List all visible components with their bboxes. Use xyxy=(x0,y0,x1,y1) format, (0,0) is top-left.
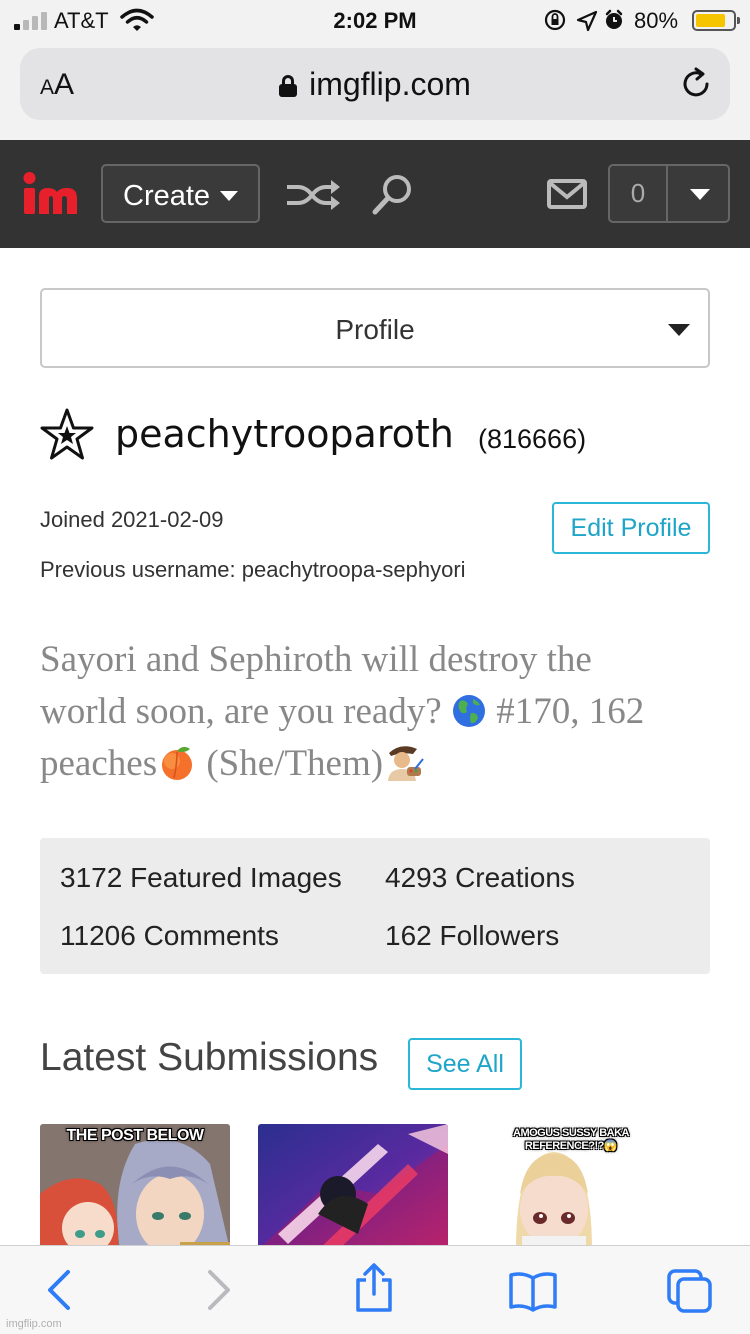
status-icons xyxy=(544,9,623,32)
profile-stats-panel: 3172 Featured Images 4293 Creations 1120… xyxy=(40,838,710,974)
bio-line: peaches (She/Them) xyxy=(40,738,720,790)
user-points: (816666) xyxy=(478,424,587,454)
share-icon[interactable] xyxy=(352,1262,396,1314)
comments-stat: 11206 Comments xyxy=(60,920,279,951)
site-navbar: Create 0 xyxy=(0,140,750,248)
reload-icon[interactable] xyxy=(678,66,714,102)
thumbnail-caption: THE POST BELOW xyxy=(66,1127,205,1144)
creations-stat: 4293 Creations xyxy=(385,862,575,893)
lock-icon xyxy=(279,75,298,97)
location-icon xyxy=(576,10,598,32)
star-badge-icon xyxy=(40,408,94,460)
globe-emoji xyxy=(452,695,485,727)
submission-thumbnail[interactable]: AMOGUS SUSSY BAKA REFERENCE?!?😱 xyxy=(476,1124,666,1250)
thumbnail-caption: AMOGUS SUSSY BAKA REFERENCE?!?😱 xyxy=(513,1127,629,1152)
forward-icon[interactable] xyxy=(204,1268,234,1312)
peach-emoji xyxy=(162,746,193,780)
address-bar[interactable]: AA imgflip.com xyxy=(20,48,730,120)
back-icon[interactable] xyxy=(44,1268,74,1312)
chevron-down-icon xyxy=(668,324,690,336)
profile-section-select[interactable]: Profile xyxy=(40,288,710,368)
tabs-icon[interactable] xyxy=(666,1268,714,1314)
user-bio: Sayori and Sephiroth will destroy the wo… xyxy=(40,634,720,790)
shuffle-icon[interactable] xyxy=(284,178,342,212)
bookmarks-icon[interactable] xyxy=(508,1270,558,1312)
create-menu-button[interactable]: Create xyxy=(101,164,260,223)
alarm-icon xyxy=(605,9,623,29)
bio-line: world soon, are you ready? #170, 162 xyxy=(40,691,645,732)
previous-username: Previous username: peachytroopa-sephyori xyxy=(40,557,466,582)
orientation-lock-icon xyxy=(544,9,566,31)
domain-text: imgflip.com xyxy=(309,66,471,102)
url-display[interactable]: imgflip.com xyxy=(20,66,730,103)
artist-emoji xyxy=(388,746,424,781)
followers-stat: 162 Followers xyxy=(385,920,560,951)
browser-address-area: AA imgflip.com xyxy=(0,40,750,140)
submission-thumbnail[interactable]: THE POST BELOW xyxy=(40,1124,230,1250)
mail-icon[interactable] xyxy=(547,178,587,210)
thumbnail-image xyxy=(258,1124,448,1250)
status-bar: AT&T 2:02 PM 80% xyxy=(0,0,750,40)
featured-images-stat: 3172 Featured Images xyxy=(60,862,342,893)
submission-thumbnail[interactable] xyxy=(258,1124,448,1250)
latest-submissions-heading: Latest Submissions xyxy=(40,1036,379,1079)
chevron-down-icon[interactable] xyxy=(690,189,710,200)
imgflip-logo[interactable] xyxy=(22,170,80,220)
edit-profile-button[interactable]: Edit Profile xyxy=(552,502,710,554)
search-icon[interactable] xyxy=(370,172,416,218)
username: peachytrooparoth xyxy=(115,412,454,456)
battery-percent: 80% xyxy=(634,8,679,33)
bio-line: Sayori and Sephiroth will destroy the xyxy=(40,639,592,680)
profile-select-label: Profile xyxy=(335,314,415,345)
create-label: Create xyxy=(123,180,211,212)
browser-toolbar: imgflip.com xyxy=(0,1245,750,1334)
watermark: imgflip.com xyxy=(6,1318,62,1330)
see-all-button[interactable]: See All xyxy=(408,1038,522,1090)
notifications-button[interactable]: 0 xyxy=(608,164,730,223)
battery-icon xyxy=(692,10,740,31)
notification-count[interactable]: 0 xyxy=(610,166,668,221)
join-date: Joined 2021-02-09 xyxy=(40,507,224,532)
caret-down-icon xyxy=(220,191,239,201)
